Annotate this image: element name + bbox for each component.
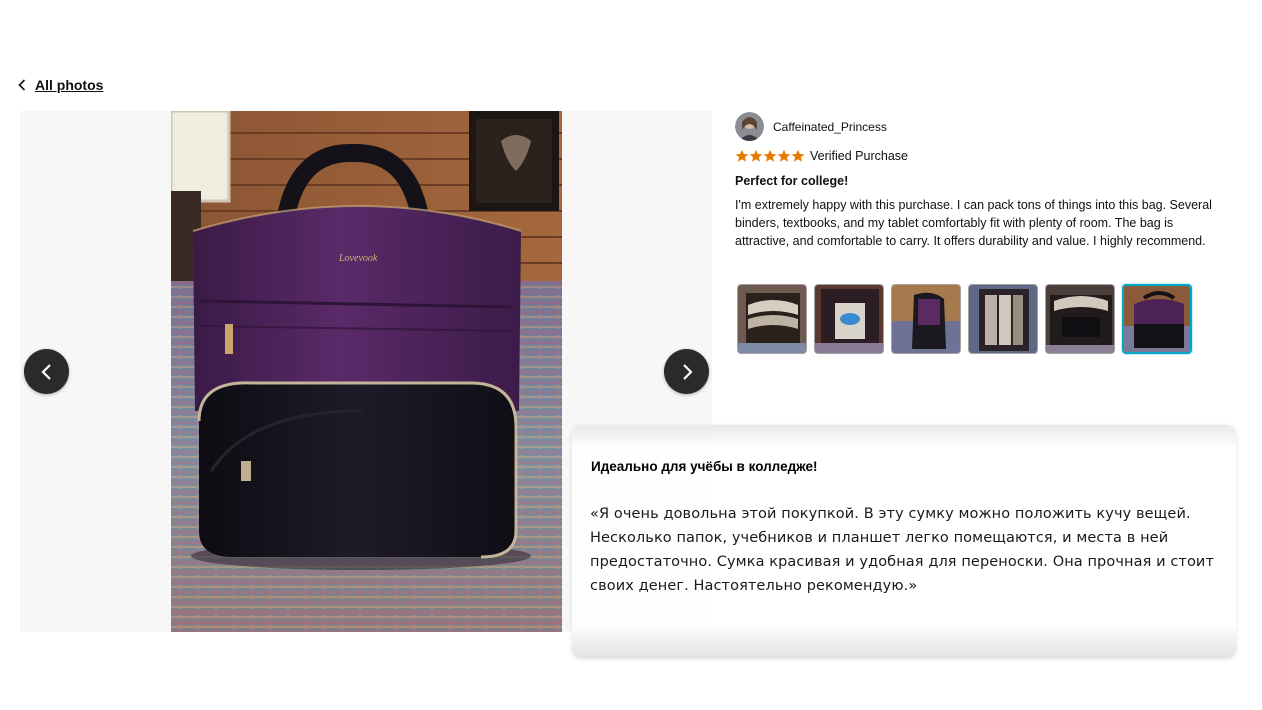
translation-title: Идеально для учёбы в колледже! xyxy=(591,459,818,474)
verified-purchase-badge: Verified Purchase xyxy=(810,149,908,163)
star-icon xyxy=(763,149,777,162)
thumbnail-4[interactable] xyxy=(968,284,1038,354)
star-rating xyxy=(735,149,805,163)
star-icon xyxy=(791,149,805,162)
chevron-right-icon xyxy=(682,363,693,380)
reviewer: Caffeinated_Princess xyxy=(735,112,1213,141)
chevron-left-icon xyxy=(18,79,26,91)
thumbnail-5[interactable] xyxy=(1045,284,1115,354)
avatar[interactable] xyxy=(735,112,764,141)
translation-body: «Я очень довольна этой покупкой. В эту с… xyxy=(590,506,1214,594)
previous-photo-button[interactable] xyxy=(24,349,69,394)
next-photo-button[interactable] xyxy=(664,349,709,394)
review-body: I'm extremely happy with this purchase. … xyxy=(735,198,1212,248)
star-icon xyxy=(777,149,791,162)
bag-brand-text: Lovevook xyxy=(338,253,378,264)
thumbnail-2[interactable] xyxy=(814,284,884,354)
chevron-left-icon xyxy=(40,363,51,380)
review-panel: Caffeinated_Princess Verified Purchase P… xyxy=(735,112,1213,250)
thumbnail-strip xyxy=(737,284,1192,354)
thumbnail-6[interactable] xyxy=(1122,284,1192,354)
review-title: Perfect for college! xyxy=(735,174,849,188)
reviewer-name[interactable]: Caffeinated_Princess xyxy=(773,120,887,134)
thumbnail-1[interactable] xyxy=(737,284,807,354)
star-icon xyxy=(749,149,763,162)
all-photos-label: All photos xyxy=(35,77,104,93)
translation-overlay: Идеально для учёбы в колледже! «Я очень … xyxy=(572,425,1236,658)
star-icon xyxy=(735,149,749,162)
thumbnail-3[interactable] xyxy=(891,284,961,354)
rating-row: Verified Purchase xyxy=(735,148,1213,164)
all-photos-link[interactable]: All photos xyxy=(18,75,103,95)
main-photo: Lovevook xyxy=(171,111,562,632)
